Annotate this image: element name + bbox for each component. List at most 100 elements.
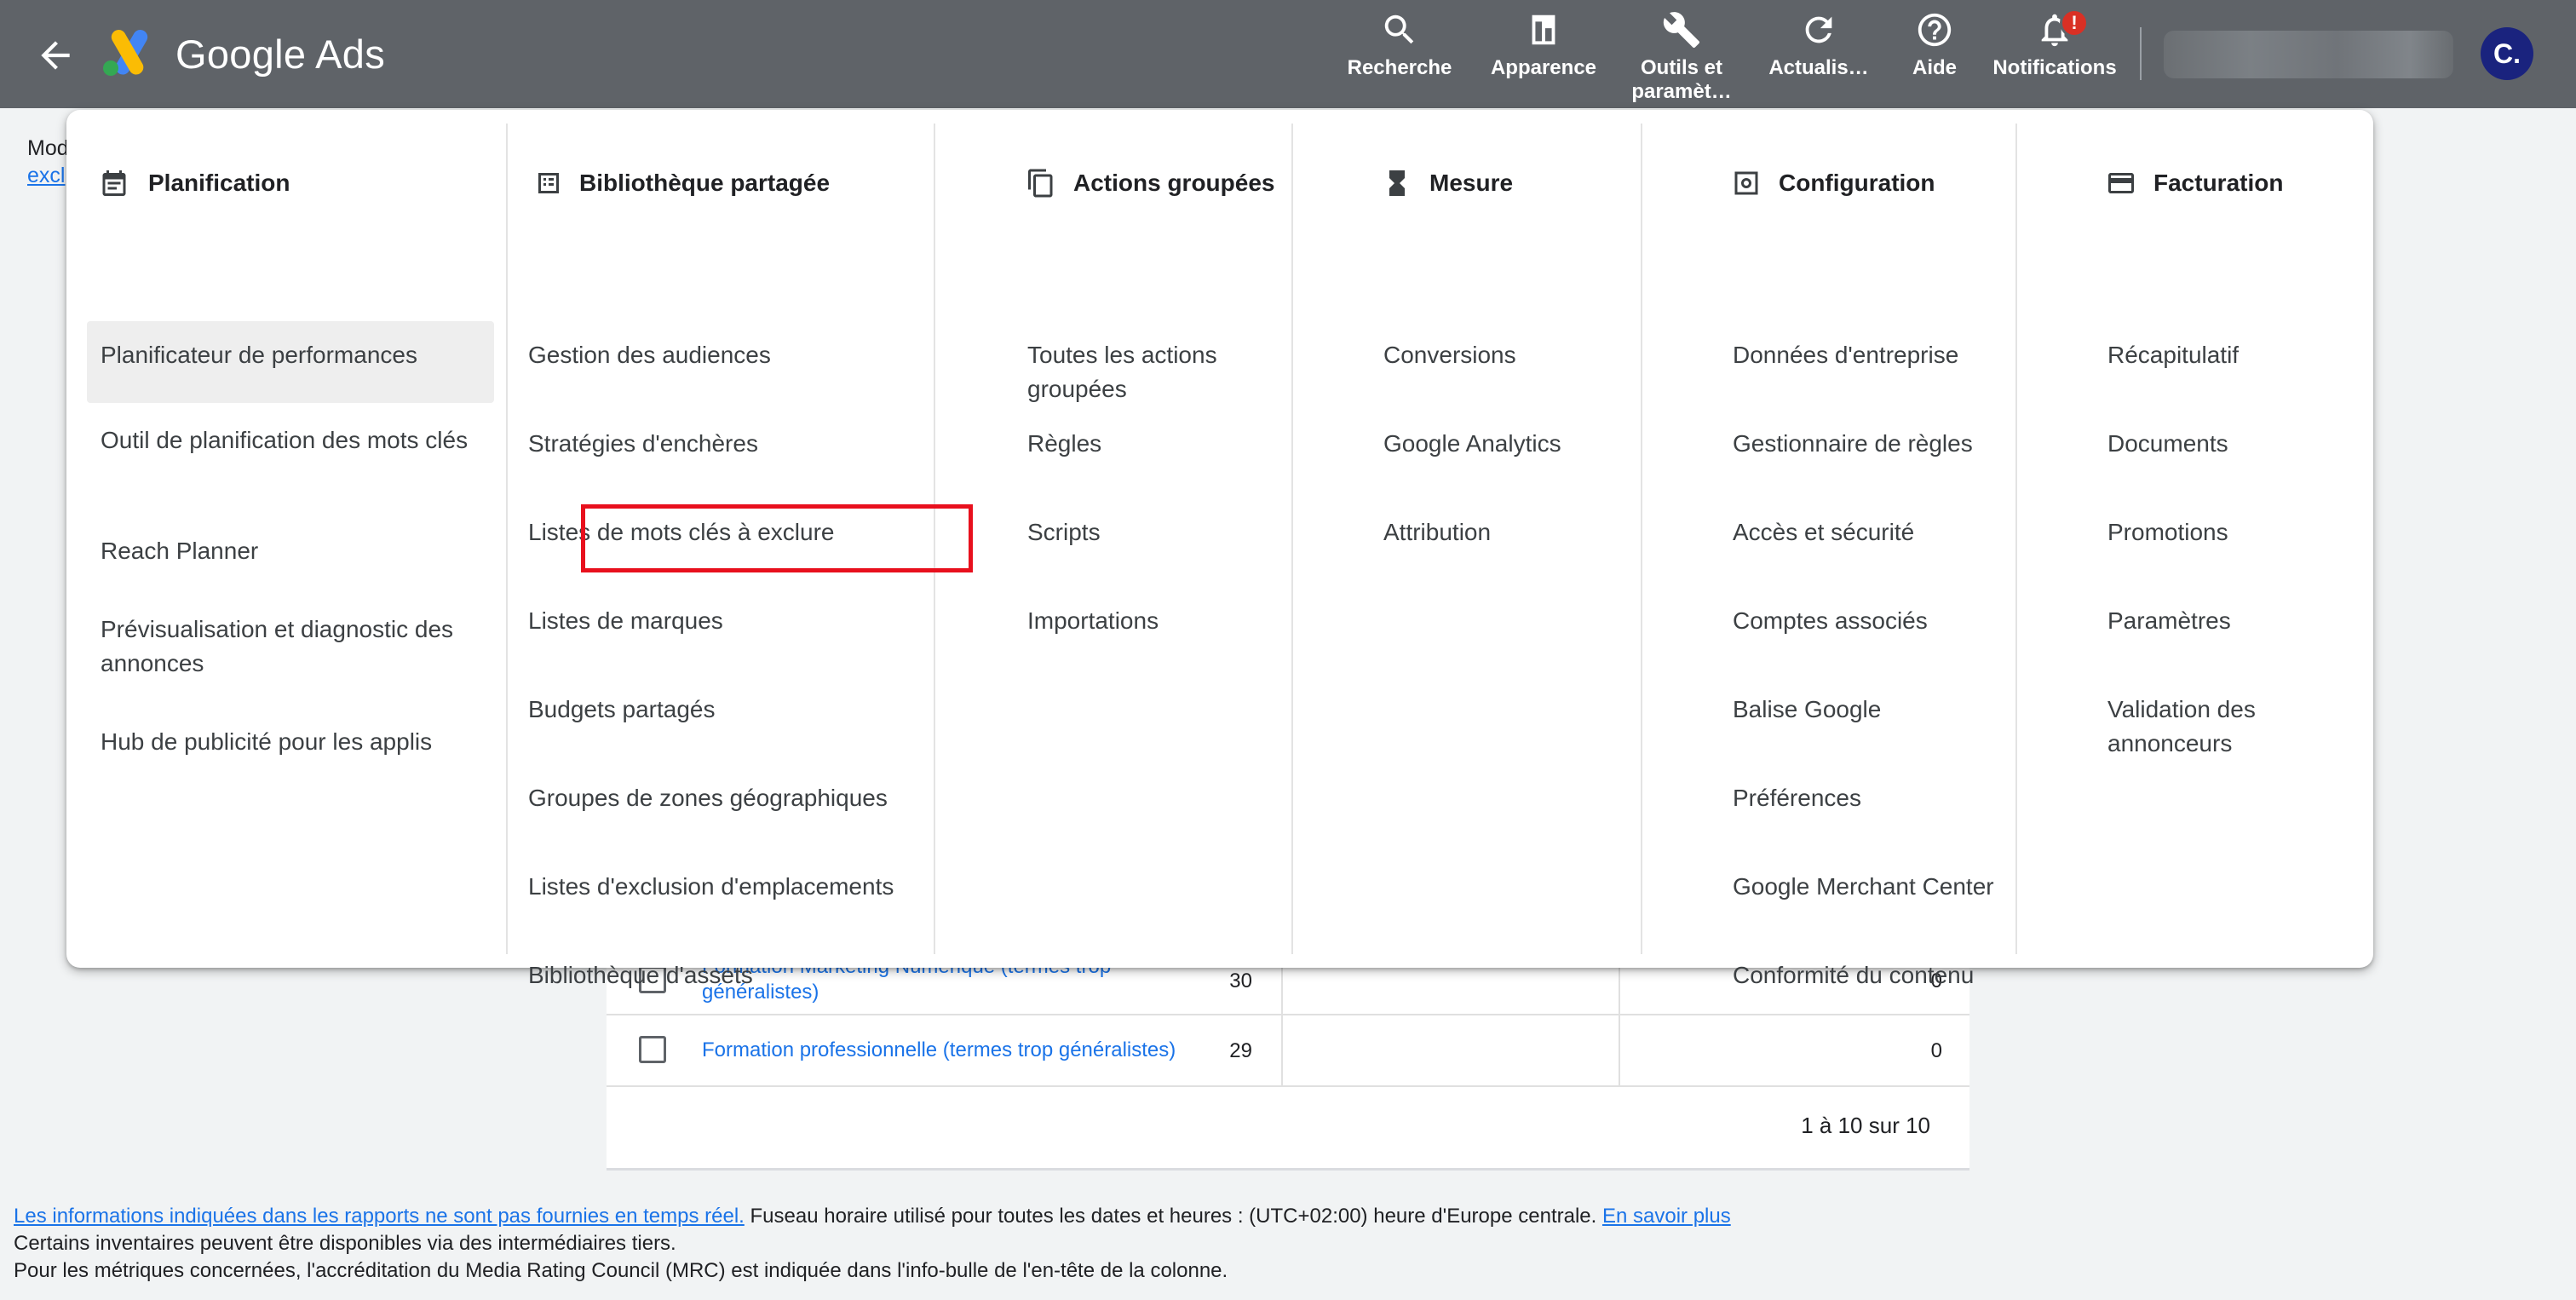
appearance-icon	[1532, 14, 1555, 45]
menu-column-title: Actions groupées	[1073, 170, 1275, 196]
search-button[interactable]: Recherche	[1344, 9, 1455, 104]
menu-item-ad-preview[interactable]: Prévisualisation et diagnostic des annon…	[101, 613, 494, 681]
appearance-button[interactable]: Apparence	[1484, 9, 1603, 104]
menu-column-planning: Planification Planificateur de performan…	[66, 124, 508, 954]
menu-item-reach-planner[interactable]: Reach Planner	[101, 534, 494, 568]
refresh-button[interactable]: Actualis…	[1763, 9, 1874, 104]
footer-line-2: Certains inventaires peuvent être dispon…	[14, 1232, 676, 1255]
search-icon	[1384, 14, 1414, 44]
menu-item-shared-budgets[interactable]: Budgets partagés	[528, 693, 922, 727]
menu-column-bulk-actions: Actions groupées Toutes les actions grou…	[935, 124, 1293, 954]
footer-line-1: Les informations indiquées dans les rapp…	[14, 1203, 1731, 1230]
menu-item-documents[interactable]: Documents	[2107, 427, 2361, 461]
search-label: Recherche	[1347, 56, 1452, 79]
page-footer: Les informations indiquées dans les rapp…	[14, 1203, 1731, 1285]
page-link-fragment[interactable]: excl	[27, 164, 65, 188]
menu-item-all-bulk-actions[interactable]: Toutes les actions groupées	[1027, 338, 1279, 406]
menu-item-summary[interactable]: Récapitulatif	[2107, 338, 2361, 372]
brand-name: Google Ads	[175, 32, 386, 77]
footer-line-3: Pour les métriques concernées, l'accrédi…	[14, 1259, 1228, 1282]
refresh-label: Actualis…	[1768, 56, 1869, 79]
table-row: Formation professionnelle (termes trop g…	[607, 1015, 1969, 1087]
menu-column-title: Bibliothèque partagée	[579, 170, 831, 196]
menu-item-bid-strategies[interactable]: Stratégies d'enchères	[528, 427, 922, 461]
top-app-bar: Google Ads Recherche Apparence Outils et…	[0, 0, 2576, 108]
menu-item-negative-keyword-lists[interactable]: Listes de mots clés à exclure	[528, 515, 922, 549]
menu-column-header: Bibliothèque partagée	[508, 163, 934, 200]
learn-more-link[interactable]: En savoir plus	[1602, 1205, 1731, 1228]
menu-column-header: Facturation	[2017, 163, 2373, 200]
menu-column-shared-library: Bibliothèque partagée Gestion des audien…	[508, 124, 935, 988]
menu-item-google-analytics[interactable]: Google Analytics	[1383, 427, 1629, 461]
menu-item-brand-lists[interactable]: Listes de marques	[528, 604, 922, 638]
menu-item-content-suitability[interactable]: Conformité du contenu	[1733, 958, 2004, 992]
menu-item-placement-exclusions[interactable]: Listes d'exclusion d'emplacements	[528, 870, 922, 904]
menu-column-header: Configuration	[1642, 163, 2015, 200]
cell-value: 29	[1229, 1039, 1252, 1062]
timezone-text: Fuseau horaire utilisé pour toutes les d…	[744, 1205, 1602, 1228]
menu-column-setup: Configuration Données d'entreprise Gesti…	[1642, 124, 2017, 988]
column-divider	[1619, 1015, 1620, 1085]
avatar[interactable]: C.	[2481, 27, 2533, 80]
menu-column-billing: Facturation Récapitulatif Documents Prom…	[2017, 124, 2373, 954]
appearance-label: Apparence	[1490, 56, 1597, 79]
menu-item-scripts[interactable]: Scripts	[1027, 515, 1279, 549]
back-arrow-icon[interactable]	[34, 34, 77, 77]
account-info-blurred[interactable]	[2164, 31, 2453, 78]
notifications-label: Notifications	[1992, 56, 2117, 79]
keyword-link[interactable]: Formation professionnelle (termes trop g…	[702, 1038, 1349, 1063]
help-icon	[1918, 13, 1952, 47]
divider	[2140, 27, 2142, 80]
menu-item-access-security[interactable]: Accès et sécurité	[1733, 515, 2004, 549]
copy-icon	[1028, 169, 1053, 198]
notifications-button[interactable]: ! Notifications	[1988, 9, 2121, 104]
menu-item-asset-library[interactable]: Bibliothèque d'assets	[528, 958, 922, 992]
menu-column-title: Planification	[148, 170, 290, 196]
menu-column-title: Facturation	[2153, 170, 2284, 196]
calendar-icon	[102, 170, 126, 196]
menu-item-audience-manager[interactable]: Gestion des audiences	[528, 338, 922, 372]
settings-icon	[1734, 171, 1758, 195]
realtime-info-link[interactable]: Les informations indiquées dans les rapp…	[14, 1205, 745, 1228]
hourglass-icon	[1389, 170, 1405, 196]
menu-item-uploads[interactable]: Importations	[1027, 604, 1279, 638]
menu-item-advertiser-verification[interactable]: Validation des annonceurs	[2107, 693, 2361, 761]
library-icon	[538, 173, 559, 193]
menu-item-label: Planificateur de performances	[101, 342, 417, 368]
tools-mega-menu: Planification Planificateur de performan…	[66, 110, 2373, 988]
menu-item-location-groups[interactable]: Groupes de zones géographiques	[528, 781, 922, 815]
menu-item-app-hub[interactable]: Hub de publicité pour les applis	[101, 725, 494, 759]
menu-item-settings[interactable]: Paramètres	[2107, 604, 2361, 638]
help-button[interactable]: Aide	[1898, 9, 1971, 104]
menu-item-attribution[interactable]: Attribution	[1383, 515, 1629, 549]
column-divider	[1281, 1015, 1283, 1085]
pagination-info: 1 à 10 sur 10	[1801, 1113, 1930, 1138]
tools-settings-button[interactable]: Outils et paramèt…	[1629, 9, 1734, 104]
google-ads-logo	[103, 29, 148, 76]
menu-item-business-data[interactable]: Données d'entreprise	[1733, 338, 2004, 372]
cell-value: 0	[1930, 1039, 1942, 1062]
menu-column-measurement: Mesure Conversions Google Analytics Attr…	[1293, 124, 1642, 954]
menu-item-conversions[interactable]: Conversions	[1383, 338, 1629, 372]
menu-item-google-tag[interactable]: Balise Google	[1733, 693, 2004, 727]
page-text-fragment: Mod	[27, 136, 69, 160]
tools-label-line1: Outils et	[1640, 56, 1722, 79]
credit-card-icon	[2108, 173, 2134, 193]
menu-item-rules-manager[interactable]: Gestionnaire de règles	[1733, 427, 2004, 461]
menu-item-keyword-planner[interactable]: Outil de planification des mots clés	[101, 423, 494, 457]
menu-item-merchant-center[interactable]: Google Merchant Center	[1733, 870, 2004, 904]
menu-item-rules[interactable]: Règles	[1027, 427, 1279, 461]
menu-item-linked-accounts[interactable]: Comptes associés	[1733, 604, 2004, 638]
menu-column-header: Planification	[66, 163, 506, 200]
menu-column-header: Mesure	[1293, 163, 1641, 200]
tools-label-line2: paramèt…	[1631, 80, 1732, 103]
wrench-icon	[1663, 12, 1700, 49]
refresh-icon	[1805, 16, 1832, 43]
menu-item-preferences[interactable]: Préférences	[1733, 781, 2004, 815]
help-label: Aide	[1912, 56, 1957, 79]
row-checkbox[interactable]	[639, 1036, 666, 1063]
notification-badge: !	[2060, 9, 2089, 37]
menu-item-promotions[interactable]: Promotions	[2107, 515, 2361, 549]
menu-item-performance-planner[interactable]: Planificateur de performances	[87, 321, 494, 403]
menu-column-header: Actions groupées	[935, 163, 1291, 200]
